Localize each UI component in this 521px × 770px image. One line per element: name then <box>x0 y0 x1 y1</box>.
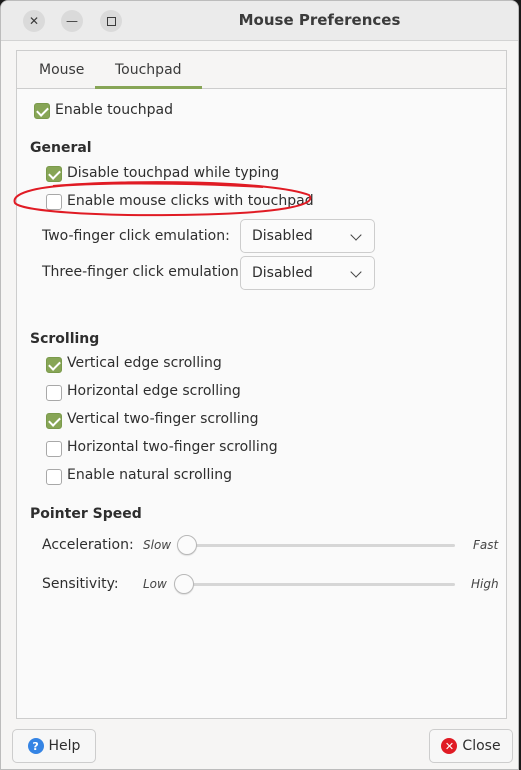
close-circle-icon: ✕ <box>441 738 458 754</box>
two-finger-click-dropdown[interactable]: Disabled <box>240 219 375 253</box>
acceleration-min-label: Slow <box>143 538 172 552</box>
two-finger-click-label: Two-finger click emulation: <box>42 228 230 244</box>
two-finger-click-value: Disabled <box>252 228 313 244</box>
enable-touchpad-checkbox[interactable] <box>34 103 50 119</box>
natural-scrolling-checkbox[interactable] <box>46 469 62 485</box>
sensitivity-slider-track[interactable] <box>177 583 455 586</box>
window-title: Mouse Preferences <box>238 11 401 29</box>
horizontal-edge-scrolling-checkbox[interactable] <box>46 385 62 401</box>
horizontal-two-finger-scrolling-checkbox[interactable] <box>46 441 62 457</box>
help-button-label: Help <box>48 738 81 754</box>
pointer-speed-heading: Pointer Speed <box>30 506 142 522</box>
vertical-two-finger-scrolling-label[interactable]: Vertical two-finger scrolling <box>67 411 259 427</box>
sensitivity-min-label: Low <box>143 577 167 591</box>
enable-touchpad-label[interactable]: Enable touchpad <box>55 102 173 118</box>
sensitivity-label: Sensitivity: <box>42 576 119 592</box>
close-button[interactable]: ✕ Close <box>429 729 513 763</box>
disable-while-typing-label[interactable]: Disable touchpad while typing <box>67 165 279 181</box>
sensitivity-slider-handle[interactable] <box>174 574 194 594</box>
tab-bar: Mouse Touchpad <box>17 51 506 89</box>
vertical-two-finger-scrolling-checkbox[interactable] <box>46 413 62 429</box>
close-button-label: Close <box>462 738 501 754</box>
enable-mouse-clicks-label[interactable]: Enable mouse clicks with touchpad <box>67 193 314 209</box>
disable-while-typing-checkbox[interactable] <box>46 166 62 182</box>
acceleration-max-label: Fast <box>473 538 499 552</box>
scrolling-heading: Scrolling <box>30 331 100 347</box>
sensitivity-max-label: High <box>471 577 499 591</box>
general-heading: General <box>30 140 92 156</box>
mouse-preferences-window: ✕ — Mouse Preferences Mouse Touchpad Ena… <box>0 0 519 770</box>
three-finger-click-value: Disabled <box>252 265 313 281</box>
enable-mouse-clicks-checkbox[interactable] <box>46 194 62 210</box>
horizontal-two-finger-scrolling-label[interactable]: Horizontal two-finger scrolling <box>67 439 278 455</box>
acceleration-slider-handle[interactable] <box>177 535 197 555</box>
acceleration-slider-track[interactable] <box>179 544 455 547</box>
three-finger-click-label: Three-finger click emulation: <box>42 264 244 280</box>
vertical-edge-scrolling-label[interactable]: Vertical edge scrolling <box>67 355 222 371</box>
chevron-down-icon <box>350 266 362 278</box>
natural-scrolling-label[interactable]: Enable natural scrolling <box>67 467 232 483</box>
vertical-edge-scrolling-checkbox[interactable] <box>46 357 62 373</box>
help-button[interactable]: ? Help <box>12 729 96 763</box>
tab-touchpad[interactable]: Touchpad <box>95 51 202 89</box>
three-finger-click-dropdown[interactable]: Disabled <box>240 256 375 290</box>
acceleration-label: Acceleration: <box>42 537 134 553</box>
help-icon: ? <box>27 738 44 754</box>
horizontal-edge-scrolling-label[interactable]: Horizontal edge scrolling <box>67 383 241 399</box>
titlebar: ✕ — Mouse Preferences <box>1 1 518 41</box>
tab-mouse[interactable]: Mouse <box>19 51 104 89</box>
chevron-down-icon <box>350 229 362 241</box>
